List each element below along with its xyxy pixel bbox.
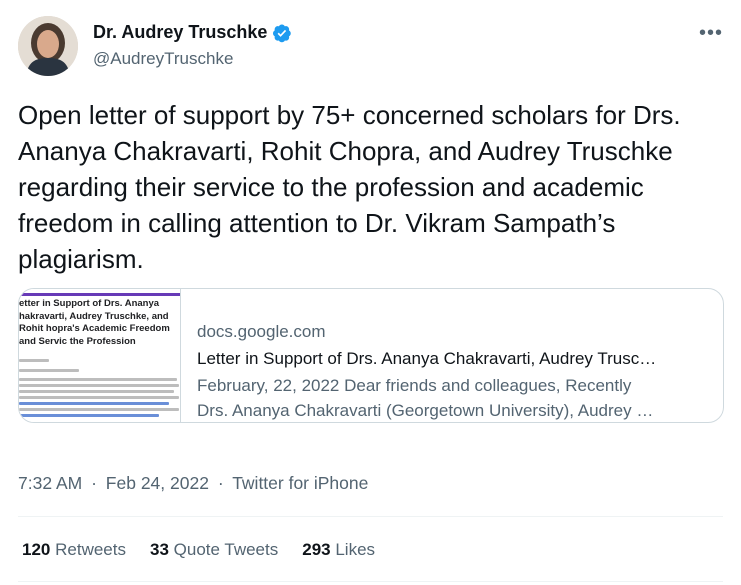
tweet-source[interactable]: Twitter for iPhone [232,473,368,493]
divider [18,516,723,517]
likes-stat[interactable]: 293 Likes [302,540,375,560]
thumbnail-link-line [19,414,159,417]
card-domain: docs.google.com [197,322,326,341]
card-description-line: Drs. Ananya Chakravarti (Georgetown Univ… [197,401,654,420]
author-name-row: Dr. Audrey Truschke [93,22,292,43]
thumbnail-title: etter in Support of Drs. Ananya hakravar… [19,298,170,347]
meta-separator: · [217,473,224,493]
avatar-image [18,16,78,76]
card-body: docs.google.com Letter in Support of Drs… [197,319,712,422]
author-handle[interactable]: @AudreyTruschke [93,49,233,69]
thumbnail-text-line [19,396,179,399]
card-description-line: February, 22, 2022 Dear friends and coll… [197,376,632,395]
engagement-stats: 120 Retweets 33 Quote Tweets 293 Likes [22,540,399,560]
likes-count: 293 [302,540,331,559]
thumbnail-text-line [19,369,79,372]
thumbnail-accent-bar [19,293,180,296]
tweet-date[interactable]: Feb 24, 2022 [106,473,209,493]
thumbnail-text-line [19,408,179,411]
card-title: Letter in Support of Drs. Ananya Chakrav… [197,349,657,368]
link-card[interactable]: etter in Support of Drs. Ananya hakravar… [18,288,724,423]
thumbnail-text-line [19,390,174,393]
tweet-header: Dr. Audrey Truschke @AudreyTruschke ••• [18,16,723,76]
thumbnail-text-line [19,378,177,381]
author-name[interactable]: Dr. Audrey Truschke [93,22,267,43]
retweets-count: 120 [22,540,51,559]
tweet-text: Open letter of support by 75+ concerned … [18,100,681,274]
tweet-time[interactable]: 7:32 AM [18,473,82,493]
thumbnail-link-line [19,402,169,405]
card-thumbnail: etter in Support of Drs. Ananya hakravar… [19,289,181,422]
verified-badge-icon [272,23,292,43]
meta-separator: · [91,473,97,493]
retweets-label: Retweets [55,540,126,559]
retweets-stat[interactable]: 120 Retweets [22,540,126,560]
thumbnail-text-line [19,384,179,387]
avatar[interactable] [18,16,78,76]
quote-tweets-stat[interactable]: 33 Quote Tweets [150,540,278,560]
card-description: February, 22, 2022 Dear friends and coll… [197,373,712,422]
quote-tweets-label: Quote Tweets [173,540,279,559]
quote-tweets-count: 33 [149,540,169,559]
thumbnail-text-line [19,359,49,362]
divider [18,581,723,582]
more-options-icon[interactable]: ••• [699,22,723,45]
tweet-meta: 7:32 AM · Feb 24, 2022 · Twitter for iPh… [18,473,368,494]
likes-label: Likes [335,540,376,559]
